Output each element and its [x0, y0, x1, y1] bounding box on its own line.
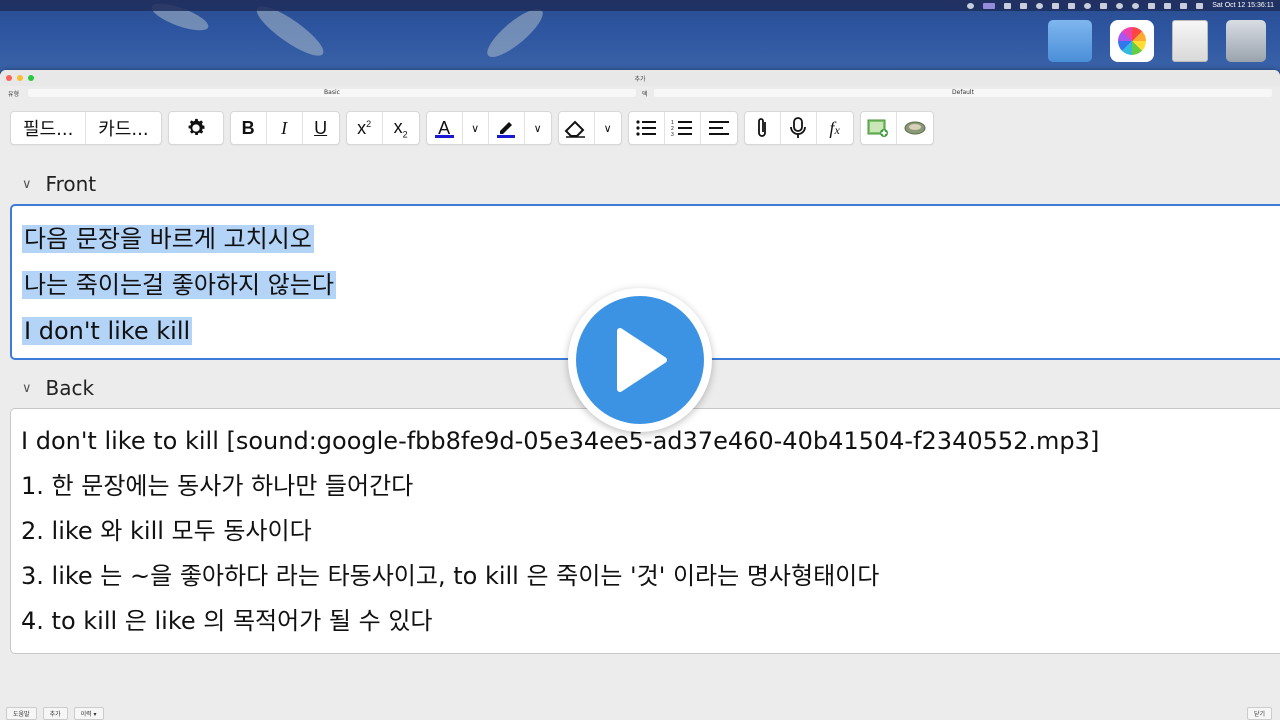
eraser-dropdown[interactable]: ∨: [595, 112, 621, 144]
back-line: 1. 한 문장에는 동사가 하나만 들어간다: [21, 472, 414, 500]
help-button[interactable]: 도움말: [6, 706, 37, 720]
volume-icon[interactable]: [1100, 2, 1108, 9]
window-title: 추가: [634, 75, 646, 83]
superscript-icon: x2: [357, 117, 372, 138]
bullet-list-button[interactable]: [629, 112, 665, 144]
chevron-down-icon: ∨: [22, 380, 32, 396]
front-field-header[interactable]: ∨ Front: [22, 172, 96, 196]
attach-button[interactable]: [745, 112, 781, 144]
title-bar: 추가: [0, 70, 1280, 86]
status-icon[interactable]: [1036, 2, 1044, 9]
documents-icon[interactable]: [1172, 20, 1208, 62]
play-icon: [617, 328, 667, 392]
subscript-icon: x2: [393, 116, 408, 140]
eraser-button[interactable]: [559, 112, 595, 144]
wallpaper-whale: [481, 2, 549, 64]
history-button[interactable]: 이력 ▾: [73, 706, 104, 720]
subscript-button[interactable]: x2: [383, 112, 419, 144]
highlight-dropdown[interactable]: ∨: [525, 112, 551, 144]
settings-button[interactable]: [169, 112, 223, 144]
desktop-background: Sat Oct 12 15:36:11: [0, 0, 1280, 72]
menu-bar: Sat Oct 12 15:36:11: [0, 0, 1280, 11]
video-play-button[interactable]: [568, 288, 712, 432]
text-color-button[interactable]: A: [427, 112, 463, 144]
note-type-selector[interactable]: Basic: [28, 89, 636, 97]
deck-label: 덱: [642, 90, 648, 98]
folder-icon[interactable]: [1048, 20, 1092, 62]
front-line: 다음 문장을 바르게 고치시오: [22, 225, 314, 253]
bullet-list-icon: [636, 120, 657, 136]
add-button[interactable]: 추가: [42, 706, 68, 720]
status-icon[interactable]: [1164, 2, 1172, 9]
status-icon[interactable]: [1132, 2, 1140, 9]
cards-button[interactable]: 카드...: [86, 112, 160, 144]
formula-button[interactable]: fx: [817, 112, 853, 144]
back-field-header[interactable]: ∨ Back: [22, 376, 94, 400]
cloud-icon[interactable]: [1148, 2, 1156, 9]
bold-button[interactable]: B: [231, 112, 267, 144]
menu-bar-clock[interactable]: Sat Oct 12 15:36:11: [1212, 2, 1274, 9]
desktop-icons: [1048, 20, 1266, 62]
eraser-icon: [564, 120, 586, 138]
align-left-icon: [708, 121, 729, 135]
front-line: I don't like kill: [22, 317, 193, 345]
back-line: 4. to kill 은 like 의 목적어가 될 수 있다: [21, 607, 433, 635]
status-icon[interactable]: [1020, 2, 1028, 9]
back-line: 3. like 는 ~을 좋아하다 라는 타동사이고, to kill 은 죽이…: [21, 562, 880, 590]
chevron-down-icon: ∨: [603, 121, 612, 135]
back-field-editor[interactable]: I don't like to kill [sound:google-fbb8f…: [10, 408, 1280, 654]
oyster-icon: [904, 121, 926, 135]
chevron-down-icon: ∨: [22, 176, 32, 192]
underline-button[interactable]: U: [303, 112, 339, 144]
numbered-list-button[interactable]: 123: [665, 112, 701, 144]
wifi-icon[interactable]: [1196, 2, 1204, 9]
status-icon[interactable]: [1052, 2, 1060, 9]
text-color-dropdown[interactable]: ∨: [463, 112, 489, 144]
fields-button[interactable]: 필드...: [11, 112, 87, 144]
align-button[interactable]: [701, 112, 737, 144]
plugin-button[interactable]: [897, 112, 933, 144]
status-icon[interactable]: [967, 2, 975, 9]
type-label: 유형: [8, 90, 20, 98]
back-line: 2. like 와 kill 모두 동사이다: [21, 517, 312, 545]
paperclip-icon: [758, 118, 766, 137]
status-icon[interactable]: [1004, 2, 1012, 9]
status-icon[interactable]: [1116, 2, 1124, 9]
gear-icon: [188, 118, 205, 136]
search-icon[interactable]: [1180, 2, 1188, 9]
highlight-button[interactable]: [489, 112, 525, 144]
svg-text:3: 3: [671, 132, 674, 137]
function-icon: fx: [829, 117, 840, 138]
chevron-down-icon: ∨: [471, 121, 480, 135]
editor-toolbar: 필드... 카드... B I U x2 x2 A ∨ ∨ ∨ 1 2 3 fx: [10, 110, 940, 146]
status-icon[interactable]: [983, 2, 996, 9]
status-icon[interactable]: [1084, 2, 1092, 9]
front-line: 나는 죽이는걸 좋아하지 않는다: [22, 271, 336, 299]
front-field-label: Front: [45, 172, 97, 196]
type-deck-bar: 유형 Basic 덱 Default: [0, 86, 1280, 100]
drive-icon[interactable]: [1226, 20, 1266, 62]
bottom-bar: 도움말 추가 이력 ▾ 닫기: [0, 706, 1280, 720]
image-add-icon: [867, 119, 889, 137]
close-button[interactable]: 닫기: [1246, 706, 1272, 720]
photos-icon[interactable]: [1110, 20, 1154, 62]
deck-selector[interactable]: Default: [654, 89, 1272, 97]
image-occlusion-button[interactable]: [861, 112, 897, 144]
chevron-down-icon: ∨: [533, 121, 542, 135]
superscript-button[interactable]: x2: [347, 112, 383, 144]
record-audio-button[interactable]: [781, 112, 817, 144]
microphone-icon: [790, 117, 806, 138]
back-field-label: Back: [45, 376, 95, 400]
highlighter-icon: [497, 122, 516, 138]
italic-button[interactable]: I: [267, 112, 303, 144]
numbered-list-icon: 123: [671, 120, 693, 137]
status-icon[interactable]: [1068, 2, 1076, 9]
